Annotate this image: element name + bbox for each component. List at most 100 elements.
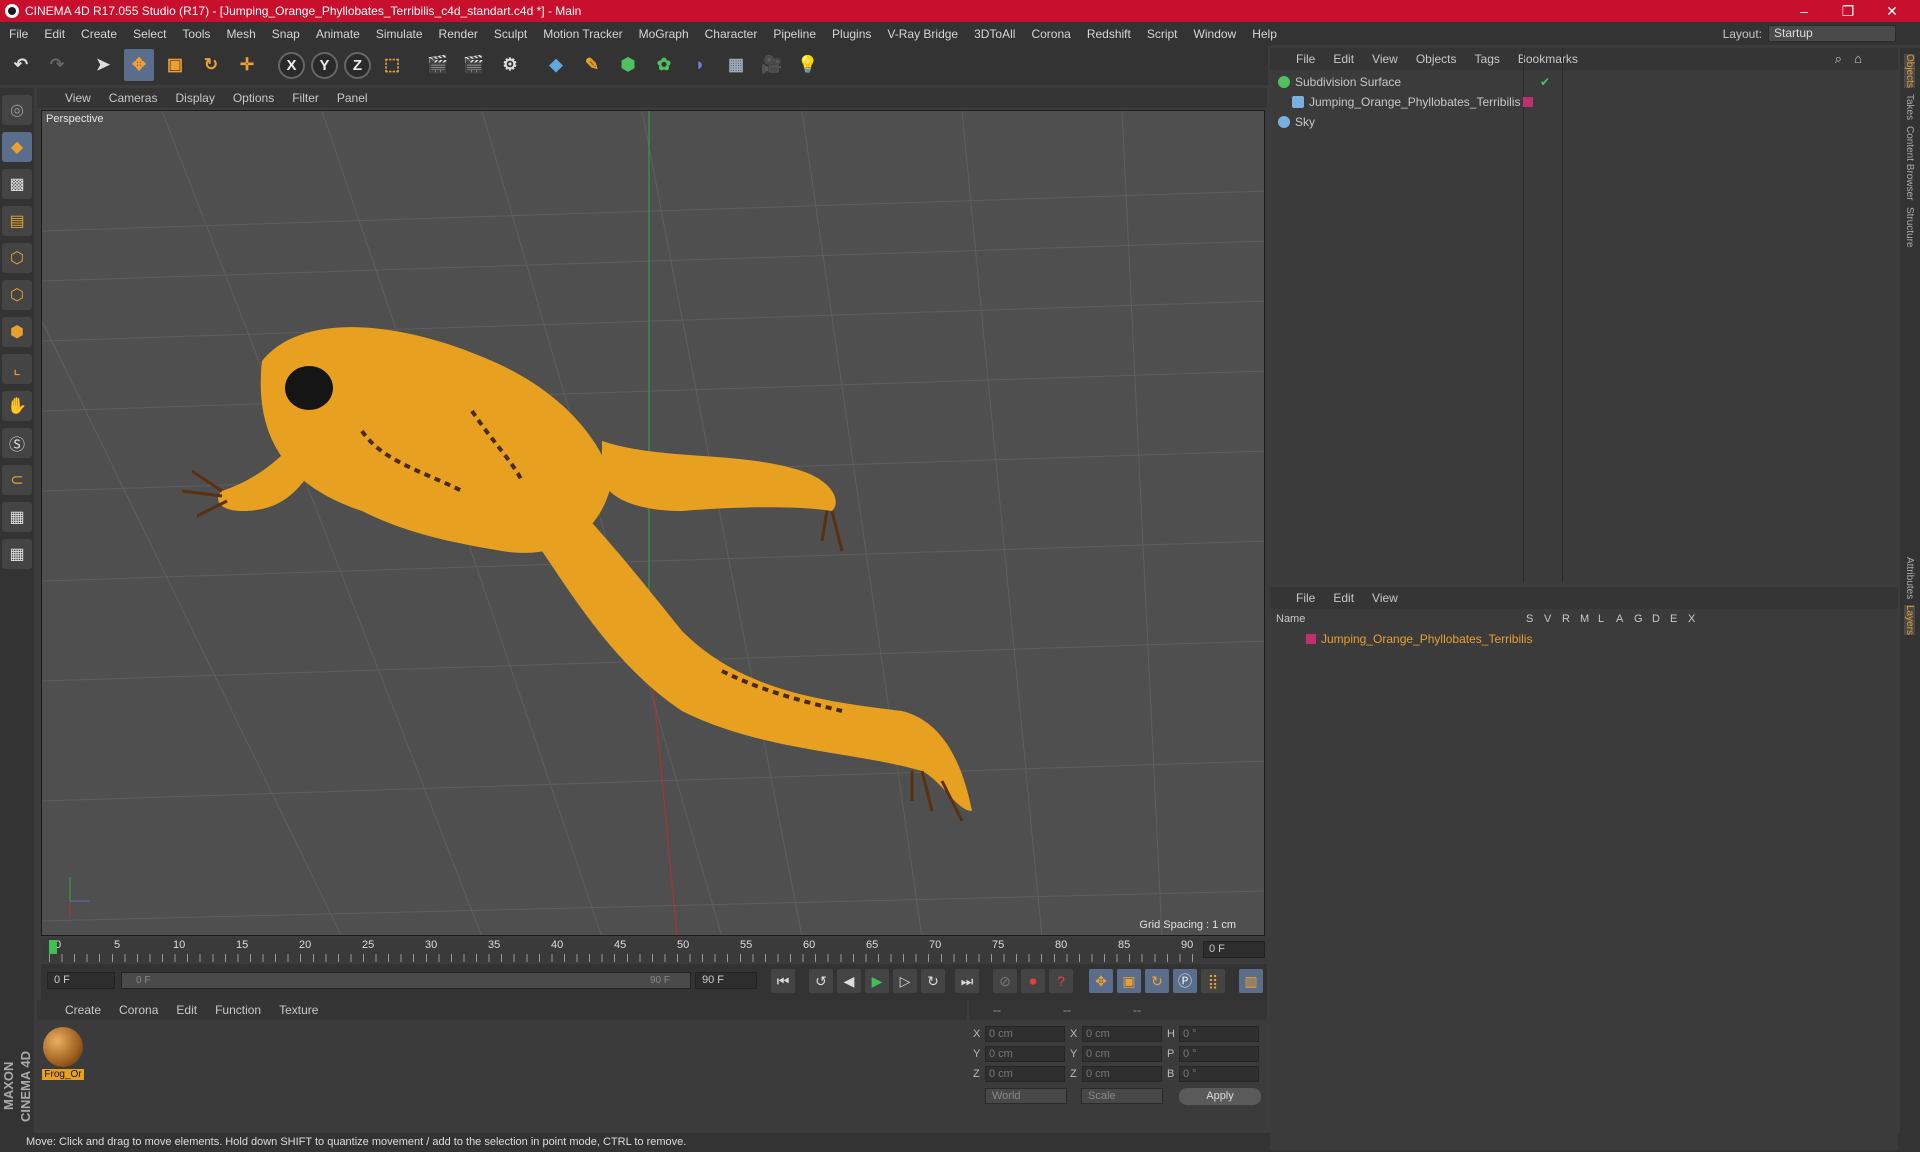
size-y-field[interactable]: 0 cm [1082,1046,1162,1062]
menu-vray-bridge[interactable]: V-Ray Bridge [887,27,958,41]
mat-menu-function[interactable]: Function [215,1003,261,1017]
light-icon[interactable]: 💡 [793,49,823,81]
perspective-viewport[interactable]: Perspective Grid Spacing : 1 cm [41,110,1265,936]
polygons-mode-icon[interactable]: ⬢ [2,317,32,347]
key-rotation-icon[interactable]: ↻ [1145,969,1169,993]
render-view-icon[interactable]: 🎬 [423,49,453,81]
points-mode-icon[interactable]: ⬡ [2,243,32,273]
layer-menu-edit[interactable]: Edit [1333,591,1354,605]
material-item[interactable]: Frog_Or [42,1027,84,1080]
layer-menu-file[interactable]: File [1296,591,1315,605]
camera-icon[interactable]: 🎥 [757,49,787,81]
key-pla-icon[interactable]: ⣿ [1201,969,1225,993]
snap-magnet-icon[interactable]: ⊂ [2,465,32,495]
mat-menu-edit[interactable]: Edit [176,1003,197,1017]
menu-select[interactable]: Select [133,27,166,41]
array-icon[interactable]: ✿ [649,49,679,81]
solo-icon[interactable]: Ⓢ [2,428,32,458]
frog-model[interactable] [181,327,972,822]
tab-content-browser[interactable]: Content Browser [1904,126,1915,200]
coordinate-system-icon[interactable]: ⬚ [377,49,407,81]
menu-character[interactable]: Character [705,27,758,41]
obj-menu-edit[interactable]: Edit [1333,52,1354,66]
frame-range-slider[interactable]: 0 F 90 F [121,972,691,989]
cube-icon[interactable]: ◆ [541,49,571,81]
keyframe-selection-icon[interactable]: ? [1049,969,1073,993]
object-row-sky[interactable]: Sky [1278,112,1888,131]
menu-mesh[interactable]: Mesh [226,27,255,41]
obj-menu-bookmarks[interactable]: Bookmarks [1518,52,1578,66]
deformer-icon[interactable]: ◗ [685,49,715,81]
live-selection-icon[interactable]: ✛ [232,49,262,81]
home-icon[interactable]: ⌂ [1854,51,1862,66]
x-axis-icon[interactable]: X [278,51,305,79]
next-key-icon[interactable]: ↻ [921,969,945,993]
timeline[interactable]: 0 5 10 15 20 25 30 35 40 45 50 55 60 65 … [41,938,1267,962]
texture-mode-icon[interactable]: ▩ [2,169,32,199]
prev-frame-icon[interactable]: ◀ [837,969,861,993]
rot-p-field[interactable]: 0 ° [1179,1046,1259,1062]
goto-start-icon[interactable]: ⏮ [771,969,795,993]
prev-key-icon[interactable]: ↺ [809,969,833,993]
menu-script[interactable]: Script [1147,27,1178,41]
vp-menu-options[interactable]: Options [233,91,274,105]
obj-menu-tags[interactable]: Tags [1475,52,1500,66]
tweak-mode-icon[interactable]: ✋ [2,391,32,421]
lock-grid-icon[interactable]: ▦ [2,502,32,532]
size-z-field[interactable]: 0 cm [1082,1066,1162,1082]
pos-z-field[interactable]: 0 cm [985,1066,1065,1082]
obj-menu-view[interactable]: View [1372,52,1398,66]
key-position-icon[interactable]: ✥ [1089,969,1113,993]
vp-menu-cameras[interactable]: Cameras [109,91,158,105]
menu-window[interactable]: Window [1194,27,1237,41]
vp-menu-view[interactable]: View [65,91,91,105]
vp-menu-filter[interactable]: Filter [292,91,319,105]
render-picture-viewer-icon[interactable]: 🎬 [459,49,489,81]
mat-menu-corona[interactable]: Corona [119,1003,158,1017]
apply-button[interactable]: Apply [1179,1088,1261,1105]
timeline-window-icon[interactable]: ▥ [1239,969,1263,993]
enabled-check-icon[interactable]: ✔ [1540,75,1550,89]
menu-snap[interactable]: Snap [272,27,300,41]
coord-mode-select[interactable]: World [985,1088,1067,1104]
object-row-frog[interactable]: Jumping_Orange_Phyllobates_Terribilis [1278,92,1888,111]
tab-objects[interactable]: Objects [1904,54,1915,88]
rot-h-field[interactable]: 0 ° [1179,1026,1259,1042]
size-x-field[interactable]: 0 cm [1082,1026,1162,1042]
menu-redshift[interactable]: Redshift [1087,27,1131,41]
layout-dropdown[interactable]: Startup [1768,25,1896,42]
select-arrow-icon[interactable]: ➤ [88,49,118,81]
tab-structure[interactable]: Structure [1904,207,1915,248]
start-frame-field[interactable]: 0 F [47,972,115,989]
key-scale-icon[interactable]: ▣ [1117,969,1141,993]
end-frame-field[interactable]: 90 F [695,972,757,989]
undo-icon[interactable]: ↶ [6,49,36,81]
menu-3dtoall[interactable]: 3DToAll [974,27,1015,41]
minimize-icon[interactable]: – [1782,0,1826,22]
menu-file[interactable]: File [9,27,28,41]
make-editable-icon[interactable]: ◎ [2,95,32,125]
render-settings-icon[interactable]: ⚙ [495,49,525,81]
z-axis-icon[interactable]: Z [344,51,371,79]
auto-key-icon[interactable]: ⏺ [1021,969,1045,993]
tab-takes[interactable]: Takes [1904,94,1915,120]
layer-row[interactable]: Jumping_Orange_Phyllobates_Terribilis [1278,629,1888,648]
playhead-marker[interactable] [49,940,57,954]
move-icon[interactable]: ✥ [124,49,154,81]
redo-icon[interactable]: ↷ [42,49,72,81]
grid-snap-icon[interactable]: ▦ [2,539,32,569]
vp-menu-panel[interactable]: Panel [337,91,368,105]
floor-icon[interactable]: ▦ [721,49,751,81]
menu-motion-tracker[interactable]: Motion Tracker [543,27,622,41]
menu-help[interactable]: Help [1252,27,1277,41]
menu-sculpt[interactable]: Sculpt [494,27,527,41]
search-icon[interactable]: ⌕ [1835,51,1842,67]
current-frame-field[interactable]: 0 F [1203,941,1265,958]
model-mode-icon[interactable]: ◆ [2,132,32,162]
axis-mode-icon[interactable]: ⌞ [2,354,32,384]
workplane-icon[interactable]: ▤ [2,206,32,236]
y-axis-icon[interactable]: Y [311,51,338,79]
obj-menu-objects[interactable]: Objects [1416,52,1457,66]
vp-menu-display[interactable]: Display [175,91,214,105]
pen-spline-icon[interactable]: ✎ [577,49,607,81]
